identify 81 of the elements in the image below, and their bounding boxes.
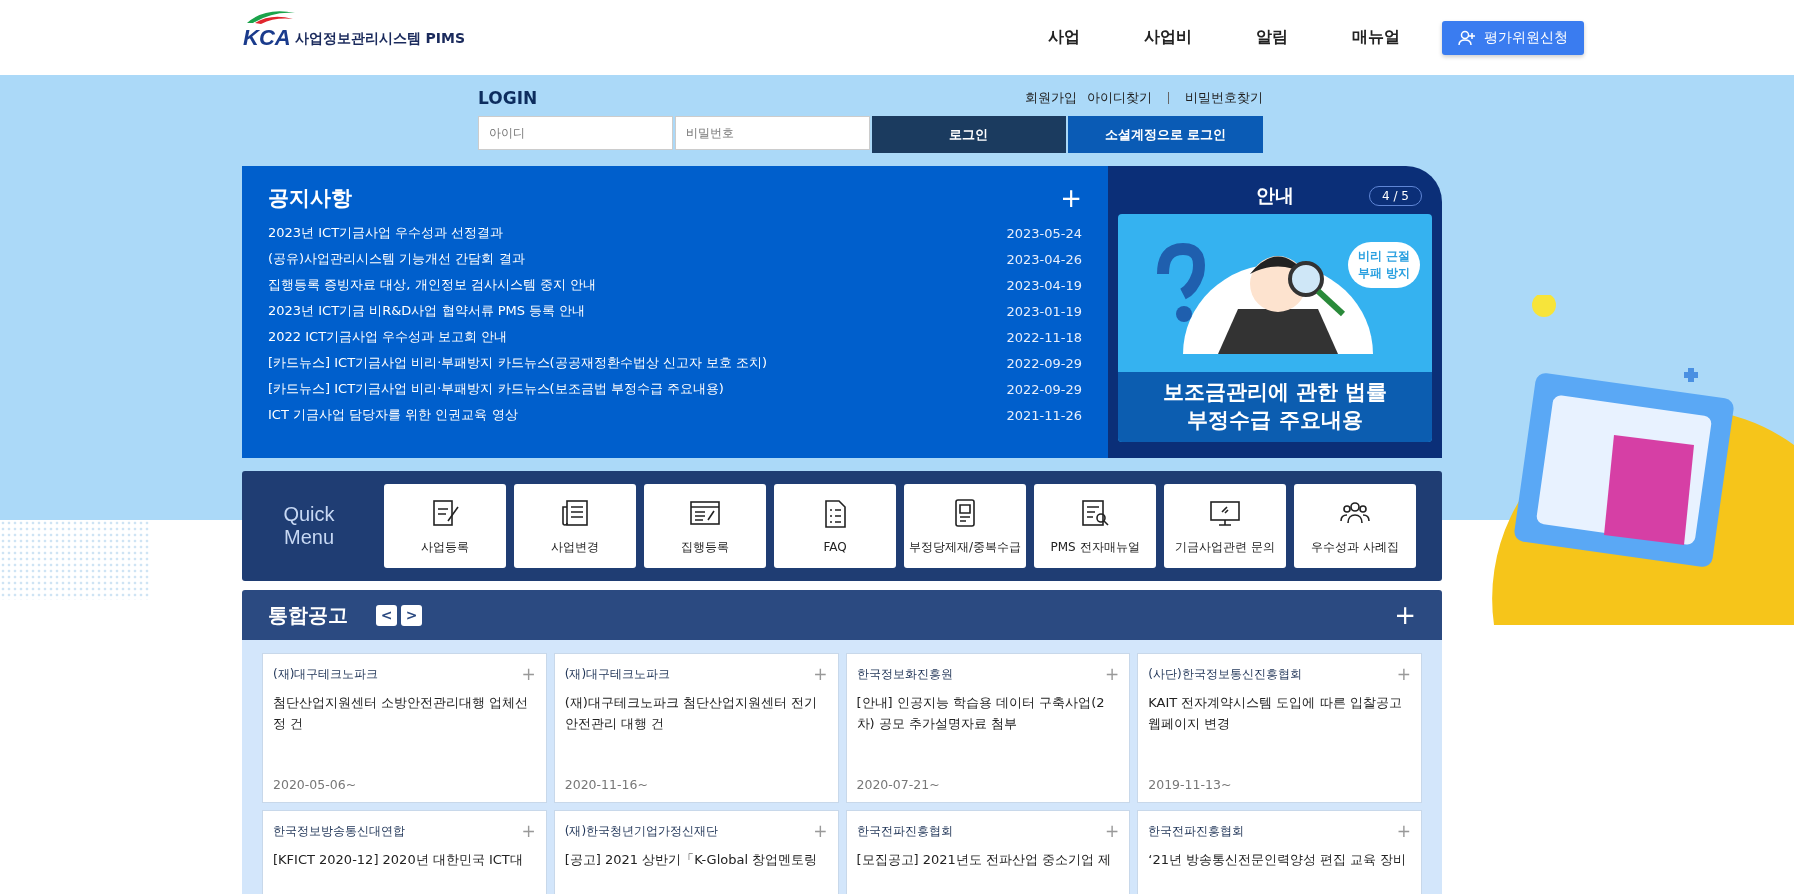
announcement-card[interactable]: (재)대구테크노파크 + (재)대구테크노파크 첨단산업지원센터 전기안전관리 대행 건 2020-11-16~ — [553, 653, 839, 803]
announcement-date: 2020-07-21~ — [856, 777, 941, 792]
notice-title: 공지사항 — [268, 185, 352, 212]
notice-date: 2023-04-19 — [1006, 277, 1082, 293]
bubble-text: 비리 근절 — [1357, 248, 1410, 265]
notice-date: 2022-09-29 — [1006, 381, 1082, 397]
banner-headline: 보조금관리에 관한 법률 — [1162, 379, 1388, 406]
organization-name: 한국전파진흥협회 — [1148, 823, 1245, 840]
announcement-date: 2019-11-13~ — [1148, 777, 1233, 792]
notice-link[interactable]: 2022 ICT기금사업 우수성과 보고회 안내 — [268, 328, 508, 346]
announcement-text: 첨단산업지원센터 소방안전관리대행 업체선정 건 — [273, 694, 530, 733]
quick-menu-item[interactable]: 부정당제재/중복수급 — [904, 484, 1026, 568]
banner-headline: 부정수급 주요내용 — [1187, 407, 1363, 434]
quick-menu-item[interactable]: 기금사업관련 문의 — [1164, 484, 1286, 568]
notice-date: 2021-11-26 — [1006, 407, 1082, 423]
more-button[interactable]: + — [1060, 185, 1082, 211]
nav-link[interactable]: 사업비 — [1144, 27, 1192, 48]
notice-date: 2022-11-18 — [1006, 329, 1082, 345]
quick-menu-item[interactable]: PMS 전자매뉴얼 — [1034, 484, 1156, 568]
notice-link[interactable]: [카드뉴스] ICT기금사업 비리·부패방지 카드뉴스(보조금법 부정수급 주요내용) — [268, 380, 724, 398]
id-field[interactable]: 아이디 — [478, 116, 673, 150]
quick-menu-item[interactable]: 집행등록 — [644, 484, 766, 568]
apply-button[interactable]: 평가위원신청 — [1442, 20, 1584, 55]
organization-name: (재)대구테크노파크 — [564, 666, 671, 683]
previous-button[interactable]: < — [376, 604, 397, 626]
quick-menu-title: Quick Menu — [282, 503, 336, 549]
banner-image[interactable]: 비리 근절 부패 방지 보조금관리에 관한 법률 부정수급 주요내용 — [1118, 214, 1432, 442]
notice-link[interactable]: 2023년 ICT기금사업 우수성과 선정결과 — [268, 224, 504, 242]
login-title: LOGIN — [478, 88, 538, 108]
organization-name: 한국정보화진흥원 — [856, 666, 953, 683]
notice-link[interactable]: [카드뉴스] ICT기금사업 비리·부패방지 카드뉴스(공공재정환수법상 신고자 보호 조치) — [268, 354, 768, 372]
logo-text: 사업정보관리시스템 PIMS — [294, 29, 466, 48]
find-password-link[interactable]: 비밀번호찾기 — [1185, 89, 1263, 107]
login-button[interactable]: 로그인 — [871, 116, 1067, 153]
social-login-button[interactable]: 소셜계정으로 로그인 — [1068, 116, 1263, 153]
user-add-icon — [1458, 28, 1476, 47]
notice-link[interactable]: 집행등록 증빙자료 대상, 개인정보 검사시스템 중지 안내 — [268, 276, 596, 294]
notice-date: 2023-04-26 — [1006, 251, 1082, 267]
notice-date: 2023-01-19 — [1006, 303, 1082, 319]
quick-menu-item[interactable]: FAQ — [774, 484, 896, 568]
announcement-text: [모집공고] 2021년도 전파산업 중소기업 제 — [856, 851, 1113, 869]
quick-menu-item[interactable]: 사업등록 — [384, 484, 506, 568]
announcement-card[interactable]: (재)한국청년기업가정신재단 + [공고] 2021 상반기「K-Global 창업멘토링 — [553, 810, 839, 894]
notice-date: 2022-09-29 — [1006, 355, 1082, 371]
quick-menu-item[interactable]: 우수성과 사례집 — [1294, 484, 1416, 568]
organization-name: 한국정보방송통신대연합 — [273, 823, 405, 840]
announcement-text: [KFICT 2020-12] 2020년 대한민국 ICT대 — [273, 851, 524, 869]
nav-link[interactable]: 매뉴얼 — [1352, 27, 1400, 48]
next-button[interactable]: > — [401, 604, 422, 626]
quick-menu-item[interactable]: 사업변경 — [514, 484, 636, 568]
announcement-text: [안내] 인공지능 학습용 데이터 구축사업(2차) 공모 추가설명자료 첨부 — [856, 694, 1106, 733]
organization-name: 한국전파진흥협회 — [856, 823, 953, 840]
announcement-card[interactable]: 한국전파진흥협회 + [모집공고] 2021년도 전파산업 중소기업 제 — [845, 810, 1131, 894]
organization-name: (재)한국청년기업가정신재단 — [564, 823, 719, 840]
nav-link[interactable]: 알림 — [1256, 27, 1288, 48]
announcement-text: KAIT 전자계약시스템 도입에 따른 입찰공고 웹페이지 변경 — [1148, 694, 1403, 733]
announcement-card[interactable]: (재)대구테크노파크 + 첨단산업지원센터 소방안전관리대행 업체선정 건 2020-05-06~ — [262, 653, 547, 803]
bubble-text: 부패 방지 — [1357, 265, 1410, 282]
announcement-text: (재)대구테크노파크 첨단산업지원센터 전기안전관리 대행 건 — [564, 694, 819, 733]
logo-mark: KCA — [243, 24, 291, 51]
announcement-title: 통합공고 — [268, 601, 348, 629]
notice-link[interactable]: 2023년 ICT기금 비R&D사업 협약서류 PMS 등록 안내 — [268, 302, 586, 320]
notice-link[interactable]: (공유)사업관리시스템 기능개선 간담회 결과 — [268, 250, 525, 268]
organization-name: (재)대구테크노파크 — [273, 666, 379, 683]
signup-link[interactable]: 회원가입 — [1025, 89, 1077, 107]
announcement-text: [공고] 2021 상반기「K-Global 창업멘토링 — [564, 851, 819, 869]
announcement-text: ‘21년 방송통신전문인력양성 편집 교육 장비 — [1148, 851, 1408, 869]
announcement-card[interactable]: 한국전파진흥협회 + ‘21년 방송통신전문인력양성 편집 교육 장비 — [1137, 810, 1422, 894]
announcement-card[interactable]: 한국정보화진흥원 + [안내] 인공지능 학습용 데이터 구축사업(2차) 공모 추가설명자료 첨부 2020-07-21~ — [845, 653, 1131, 803]
notice-date: 2023-05-24 — [1006, 225, 1082, 241]
find-id-link[interactable]: 아이디찾기 — [1087, 89, 1152, 107]
more-button[interactable]: + — [1394, 602, 1416, 628]
announcement-date: 2020-05-06~ — [273, 777, 358, 792]
nav-link[interactable]: 사업 — [1048, 27, 1080, 48]
info-title: 안내 — [1256, 183, 1294, 208]
notice-link[interactable]: ICT 기금사업 담당자를 위한 인권교육 영상 — [268, 406, 518, 424]
announcement-card[interactable]: 한국정보방송통신대연합 + [KFICT 2020-12] 2020년 대한민국 ICT대 — [262, 810, 547, 894]
password-field[interactable]: 비밀번호 — [674, 116, 870, 150]
announcement-card[interactable]: (사단)한국정보통신진흥협회 + KAIT 전자계약시스템 도입에 따른 입찰공고 웹페이지 변경 2019-11-13~ — [1137, 653, 1422, 803]
announcement-date: 2020-11-16~ — [564, 777, 649, 792]
organization-name: (사단)한국정보통신진흥협회 — [1148, 666, 1302, 683]
